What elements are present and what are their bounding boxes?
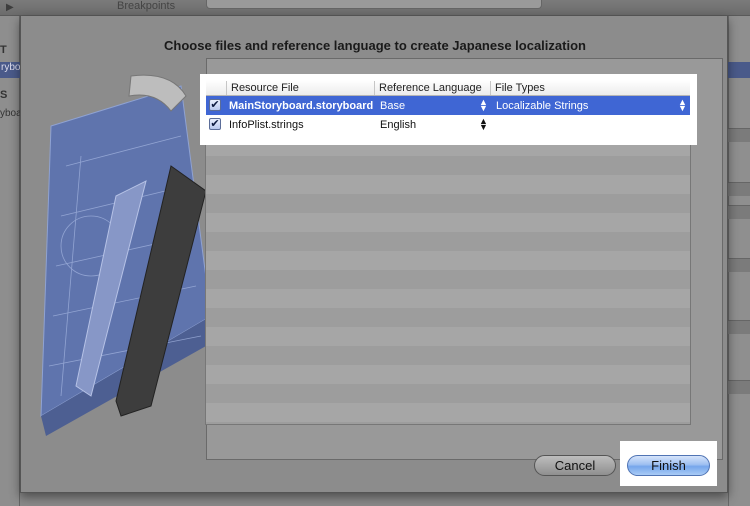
resource-file-cell: InfoPlist.strings xyxy=(229,119,304,131)
reference-language-popup[interactable]: Base xyxy=(380,99,486,113)
reference-language-stepper-icon[interactable]: ▲ ▼ xyxy=(479,117,488,132)
checkmark-icon: ✔ xyxy=(210,118,220,130)
reference-language-stepper-icon[interactable]: ▲ ▼ xyxy=(479,98,488,113)
resource-file-cell: MainStoryboard.storyboard xyxy=(229,100,374,112)
file-type-popup[interactable] xyxy=(496,118,676,132)
checkmark-icon: ✔ xyxy=(210,99,220,111)
file-type-stepper-icon[interactable]: ▲ ▼ xyxy=(678,98,687,113)
column-header-check[interactable] xyxy=(206,81,226,95)
sheet-title: Choose files and reference language to c… xyxy=(164,38,586,53)
reference-language-popup[interactable]: English xyxy=(380,118,486,132)
include-checkbox[interactable]: ✔ xyxy=(209,118,221,130)
background-inspector-band xyxy=(728,258,750,272)
background-toolbar: ▶ Breakpoints xyxy=(0,0,750,16)
cancel-button[interactable]: Cancel xyxy=(534,455,616,476)
file-type-popup[interactable]: Localizable Strings xyxy=(496,99,676,113)
column-header-resource-file[interactable]: Resource File xyxy=(226,81,374,95)
play-icon[interactable]: ▶ xyxy=(6,2,14,13)
background-inspector-band xyxy=(728,182,750,196)
finish-button[interactable]: Finish xyxy=(627,455,710,476)
activity-viewer xyxy=(206,0,542,9)
table-header: Resource File Reference Language File Ty… xyxy=(206,80,690,96)
column-header-reference-language[interactable]: Reference Language xyxy=(374,81,490,95)
table-row[interactable]: ✔ MainStoryboard.storyboard Base ▲ ▼ Loc… xyxy=(206,96,690,115)
sidebar-fragment-selected[interactable]: ryboar xyxy=(0,62,20,78)
background-inspector-band xyxy=(728,320,750,334)
background-inspector-selected xyxy=(728,62,750,78)
sidebar-fragment-section: S xyxy=(0,89,8,101)
sidebar-fragment-targets: T xyxy=(0,44,7,56)
table-row[interactable]: ✔ InfoPlist.strings English ▲ ▼ xyxy=(206,115,690,134)
background-inspector-band xyxy=(728,205,750,219)
include-checkbox[interactable]: ✔ xyxy=(209,99,221,111)
background-inspector-band xyxy=(728,380,750,394)
breakpoints-label[interactable]: Breakpoints xyxy=(117,0,175,12)
xcode-blueprint-artwork xyxy=(40,74,212,436)
column-header-file-types[interactable]: File Types xyxy=(490,81,690,95)
sidebar-fragment-item[interactable]: yboar xyxy=(0,108,20,119)
background-inspector-band xyxy=(728,128,750,142)
